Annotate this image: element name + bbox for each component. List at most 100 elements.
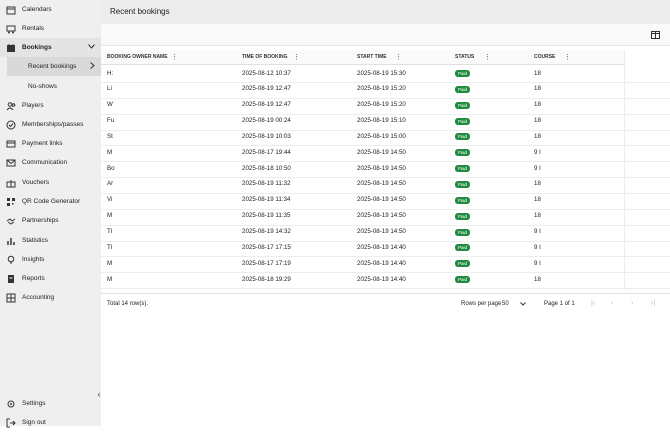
sidebar-item-statistics[interactable]: Statistics — [0, 231, 101, 250]
chevron-down-icon — [88, 44, 95, 49]
sidebar-item-payment-links[interactable]: Payment links — [0, 134, 101, 153]
previous-page-icon[interactable]: ‹ — [611, 300, 613, 307]
sign-out-icon — [6, 418, 16, 427]
sidebar-item-label: Statistics — [22, 237, 49, 244]
last-page-icon[interactable]: ›| — [651, 300, 655, 307]
sidebar-item-label: No-shows — [28, 83, 57, 90]
time-of-booking-cell: 2025-08-17 19:44 — [242, 148, 291, 156]
sidebar-item-label: Sign out — [22, 419, 46, 426]
chevron-right-icon — [90, 62, 95, 69]
lightbulb-icon — [7, 255, 15, 263]
column-menu-icon[interactable]: ⋮ — [395, 53, 402, 61]
start-time-cell: 2025-08-19 14:50 — [357, 196, 406, 204]
column-header-status[interactable]: STATUS — [455, 54, 474, 60]
sidebar-item-rentals[interactable]: Rentals — [0, 19, 101, 38]
sidebar-item-no-shows[interactable]: No-shows — [0, 77, 101, 96]
status-badge: Paid — [455, 149, 470, 157]
column-header-time-of-booking[interactable]: TIME OF BOOKING — [242, 54, 288, 60]
column-menu-icon[interactable]: ⋮ — [484, 53, 491, 61]
next-page-icon[interactable]: › — [631, 300, 633, 307]
course-cell: 9 I — [534, 148, 541, 156]
sidebar-item-recent-bookings[interactable]: Recent bookings — [7, 57, 101, 76]
sidebar-item-label: Memberships/passes — [22, 121, 84, 128]
course-cell: 18 — [534, 180, 541, 188]
sidebar-item-reports[interactable]: Reports — [0, 269, 101, 288]
sidebar-item-label: Rentals — [22, 25, 45, 32]
time-of-booking-cell: 2025-08-17 17:15 — [242, 243, 291, 251]
owner-name-cell: Tl — [107, 243, 113, 251]
status-badge: Paid — [455, 180, 470, 188]
sidebar-item-label: Reports — [22, 275, 45, 282]
start-time-cell: 2025-08-19 15:00 — [357, 132, 406, 140]
course-cell: 18 — [534, 212, 541, 220]
sidebar-item-sign-out[interactable]: Sign out — [0, 413, 101, 432]
time-of-booking-cell: 2025-08-19 12:47 — [242, 101, 291, 109]
column-header-course[interactable]: COURSE — [534, 54, 555, 60]
qr-icon — [7, 197, 15, 206]
column-menu-icon[interactable]: ⋮ — [293, 53, 300, 61]
course-cell: 9 I — [534, 228, 541, 235]
payment-link-icon — [6, 140, 16, 147]
sidebar-item-players[interactable]: Players — [0, 96, 101, 115]
time-of-booking-cell: 2025-08-19 14:32 — [242, 228, 291, 235]
course-cell: 18 — [534, 275, 541, 283]
sidebar-item-label: Bookings — [22, 44, 52, 51]
time-of-booking-cell: 2025-08-17 17:19 — [242, 259, 291, 267]
start-time-cell: 2025-08-19 14:40 — [357, 243, 406, 251]
start-time-cell: 2025-08-19 15:10 — [357, 117, 406, 125]
chevron-down-icon — [520, 302, 526, 306]
players-icon — [6, 101, 16, 110]
rows-per-page-select[interactable]: 50 — [499, 298, 529, 310]
sidebar-item-memberships-passes[interactable]: Memberships/passes — [0, 115, 101, 134]
column-menu-icon[interactable]: ⋮ — [171, 53, 178, 61]
column-header-start-time[interactable]: START TIME — [357, 54, 387, 60]
sidebar-item-insights[interactable]: Insights — [0, 250, 101, 269]
sidebar-item-label: Accounting — [22, 294, 55, 301]
time-of-booking-cell: 2025-08-19 12:47 — [242, 85, 291, 93]
start-time-cell: 2025-08-19 14:50 — [357, 228, 406, 235]
sidebar: Calendars Rentals Bookings Recent bookings N… — [0, 0, 101, 427]
sidebar-item-communication[interactable]: Communication — [0, 153, 101, 172]
column-header-owner[interactable]: BOOKING OWNER NAME — [107, 54, 168, 60]
status-badge: Paid — [455, 133, 470, 141]
column-menu-icon[interactable]: ⋮ — [564, 53, 571, 61]
owner-name-cell: W — [107, 101, 113, 109]
header-bar: Recent bookings — [101, 0, 670, 24]
sidebar-item-accounting[interactable]: Accounting — [0, 288, 101, 307]
sidebar-item-bookings[interactable]: Bookings — [0, 38, 101, 57]
sidebar-item-label: Partnerships — [22, 217, 59, 224]
status-badge: Paid — [455, 117, 470, 125]
sidebar-item-qr-code-generator[interactable]: QR Code Generator — [0, 192, 101, 211]
owner-name-cell: Tl — [107, 228, 113, 235]
columns-icon[interactable] — [651, 31, 660, 39]
sidebar-item-calendars[interactable]: Calendars — [0, 0, 101, 19]
status-badge: Paid — [455, 228, 470, 236]
column-divider — [624, 50, 625, 290]
mail-icon — [6, 159, 16, 166]
owner-name-cell: Bo — [107, 164, 115, 172]
owner-name-cell: M — [107, 212, 113, 220]
sidebar-item-partnerships[interactable]: Partnerships — [0, 211, 101, 230]
first-page-icon[interactable]: |‹ — [591, 300, 595, 307]
time-of-booking-cell: 2025-08-18 19:29 — [242, 275, 291, 283]
owner-name-cell: M — [107, 275, 113, 283]
start-time-cell: 2025-08-19 15:30 — [357, 69, 406, 77]
calendar-icon — [6, 6, 16, 14]
status-badge: Paid — [455, 244, 470, 252]
accounting-icon — [6, 293, 16, 302]
sidebar-item-label: Recent bookings — [28, 63, 77, 70]
sidebar-item-label: Calendars — [22, 6, 52, 13]
bookings-icon — [7, 43, 15, 52]
time-of-booking-cell: 2025-08-12 10:37 — [242, 69, 291, 77]
page-title: Recent bookings — [110, 7, 170, 16]
course-cell: 9 I — [534, 259, 541, 267]
membership-icon — [6, 120, 16, 129]
status-badge: Paid — [455, 165, 470, 173]
sidebar-item-label: QR Code Generator — [22, 198, 81, 205]
sidebar-item-settings[interactable]: Settings — [0, 394, 101, 413]
owner-name-cell: H: — [107, 69, 114, 77]
course-cell: 9 I — [534, 243, 541, 251]
owner-name-cell: Fu — [107, 117, 115, 125]
sidebar-item-vouchers[interactable]: Vouchers — [0, 173, 101, 192]
gift-icon — [6, 179, 16, 187]
